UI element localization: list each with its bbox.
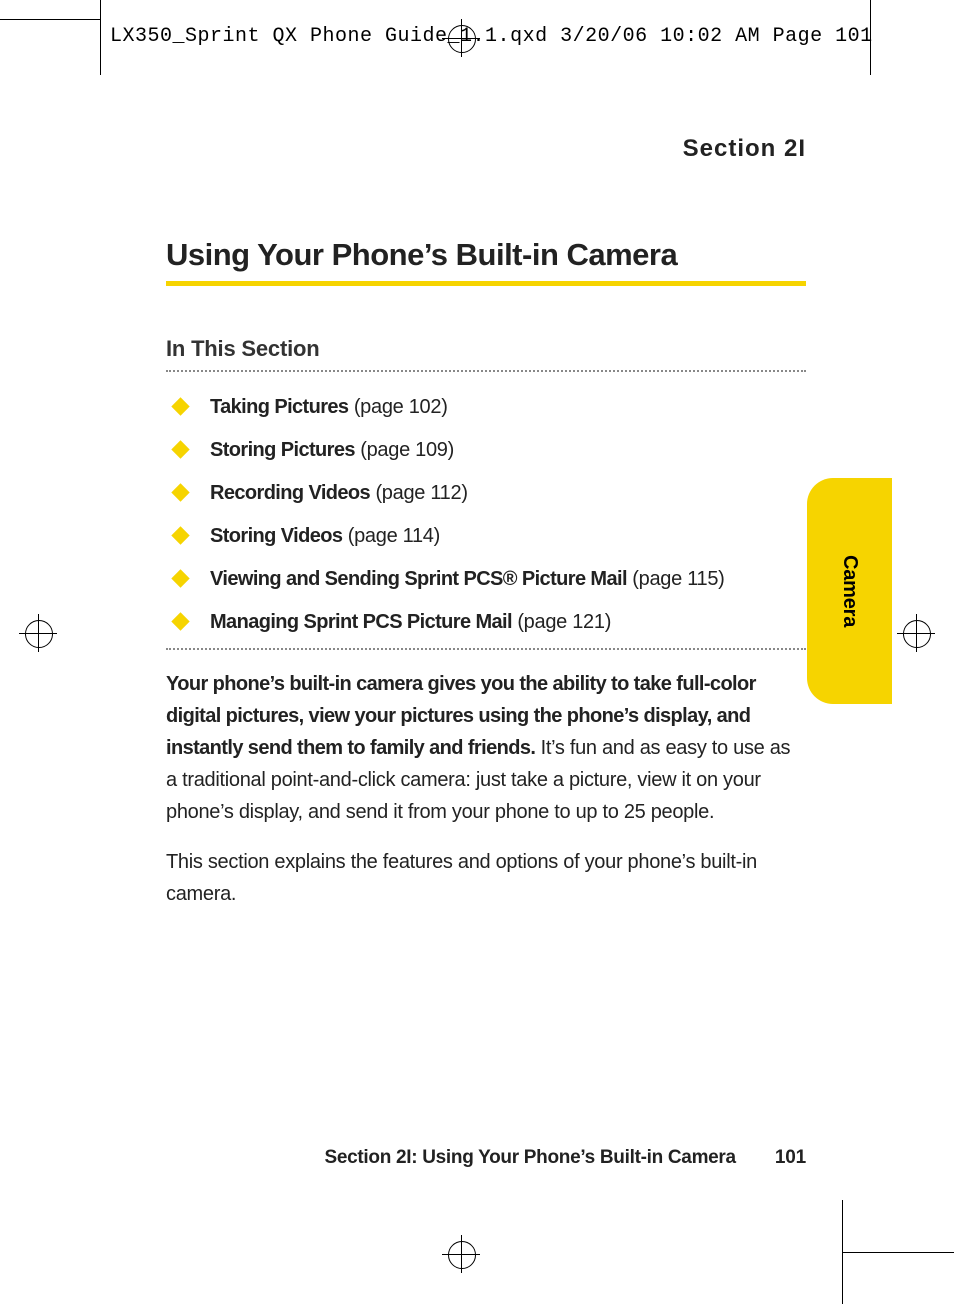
page-title: Using Your Phone’s Built-in Camera — [166, 237, 806, 286]
toc-item: Storing Pictures (page 109) — [166, 429, 806, 472]
intro-paragraph-1: Your phone’s built-in camera gives you t… — [166, 668, 806, 828]
toc-item-title: Viewing and Sending Sprint PCS® Picture … — [210, 568, 627, 590]
registration-mark-icon — [897, 614, 935, 652]
print-slug-line: LX350_Sprint QX Phone Guide_1.1.qxd 3/20… — [110, 25, 904, 48]
toc-item-page: (page 109) — [360, 439, 454, 461]
diamond-bullet-icon — [171, 526, 189, 544]
toc-item-page: (page 102) — [354, 396, 448, 418]
footer-page-number: 101 — [775, 1147, 806, 1168]
toc-item: Taking Pictures (page 102) — [166, 386, 806, 429]
toc-item-page: (page 112) — [375, 482, 467, 504]
toc-item-page: (page 121) — [517, 611, 611, 633]
dotted-divider — [166, 370, 806, 372]
toc-item-title: Storing Videos — [210, 525, 342, 547]
toc-item-title: Managing Sprint PCS Picture Mail — [210, 611, 512, 633]
side-tab-label: Camera — [838, 555, 861, 627]
footer-section-title: Section 2I: Using Your Phone’s Built-in … — [324, 1147, 735, 1168]
diamond-bullet-icon — [171, 483, 189, 501]
dotted-divider — [166, 648, 806, 650]
diamond-bullet-icon — [171, 612, 189, 630]
registration-mark-icon — [19, 614, 57, 652]
diamond-bullet-icon — [171, 569, 189, 587]
toc-item: Storing Videos (page 114) — [166, 515, 806, 558]
toc-item-title: Taking Pictures — [210, 396, 348, 418]
crop-mark-line — [100, 0, 101, 75]
crop-mark-line — [842, 1200, 843, 1304]
diamond-bullet-icon — [171, 440, 189, 458]
page-footer: Section 2I: Using Your Phone’s Built-in … — [166, 1147, 806, 1169]
crop-mark-line — [842, 1252, 954, 1253]
diamond-bullet-icon — [171, 397, 189, 415]
side-tab-camera: Camera — [807, 478, 892, 704]
toc-item: Viewing and Sending Sprint PCS® Picture … — [166, 558, 806, 601]
toc-item-page: (page 115) — [632, 568, 724, 590]
registration-mark-icon — [442, 1235, 480, 1273]
toc-item-title: Storing Pictures — [210, 439, 355, 461]
intro-paragraph-2: This section explains the features and o… — [166, 846, 806, 910]
in-this-section-heading: In This Section — [166, 336, 806, 366]
page-body: Section 2I Using Your Phone’s Built-in C… — [166, 135, 806, 910]
toc-item-title: Recording Videos — [210, 482, 370, 504]
toc-item: Recording Videos (page 112) — [166, 472, 806, 515]
toc-list: Taking Pictures (page 102) Storing Pictu… — [166, 386, 806, 644]
section-label: Section 2I — [166, 135, 806, 163]
toc-item-page: (page 114) — [348, 525, 440, 547]
crop-mark-line — [0, 19, 100, 20]
toc-item: Managing Sprint PCS Picture Mail (page 1… — [166, 601, 806, 644]
